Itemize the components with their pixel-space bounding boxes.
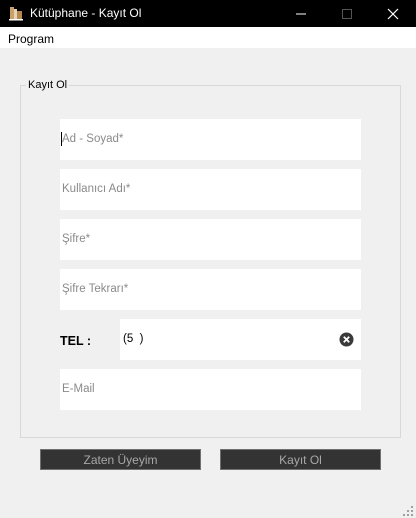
phone-label: TEL : — [60, 334, 92, 348]
clear-button[interactable] — [339, 332, 354, 347]
maximize-icon — [342, 8, 352, 19]
register-button[interactable]: Kayıt Ol — [220, 449, 381, 470]
email-placeholder: E-Mail — [62, 383, 95, 395]
menu-item-program[interactable]: Program — [8, 32, 54, 46]
resize-grip-icon[interactable] — [402, 504, 414, 516]
password-placeholder: Şifre* — [62, 233, 91, 245]
menu-bar: Program — [0, 27, 416, 48]
library-app-icon — [8, 5, 24, 21]
username-placeholder: Kullanıcı Adı* — [62, 183, 131, 195]
close-button[interactable] — [370, 0, 416, 27]
password-repeat-placeholder: Şifre Tekrarı* — [62, 283, 129, 295]
fullname-field[interactable]: Ad - Soyad* — [60, 119, 361, 160]
password-repeat-field[interactable]: Şifre Tekrarı* — [60, 269, 361, 310]
clear-icon — [339, 332, 354, 347]
minimize-button[interactable] — [278, 0, 324, 27]
phone-value: (5 ) — [123, 333, 144, 345]
password-field[interactable]: Şifre* — [60, 219, 361, 260]
maximize-button[interactable] — [324, 0, 370, 27]
groupbox-title: Kayıt Ol — [26, 79, 70, 91]
minimize-icon — [296, 13, 306, 14]
phone-field[interactable]: (5 ) — [120, 319, 361, 360]
fullname-placeholder: Ad - Soyad* — [62, 133, 124, 145]
email-field[interactable]: E-Mail — [60, 369, 361, 410]
window-title: Kütüphane - Kayıt Ol — [30, 6, 142, 20]
close-icon — [387, 8, 399, 19]
title-bar: Kütüphane - Kayıt Ol — [0, 0, 416, 27]
already-member-button[interactable]: Zaten Üyeyim — [40, 449, 201, 470]
username-field[interactable]: Kullanıcı Adı* — [60, 169, 361, 210]
